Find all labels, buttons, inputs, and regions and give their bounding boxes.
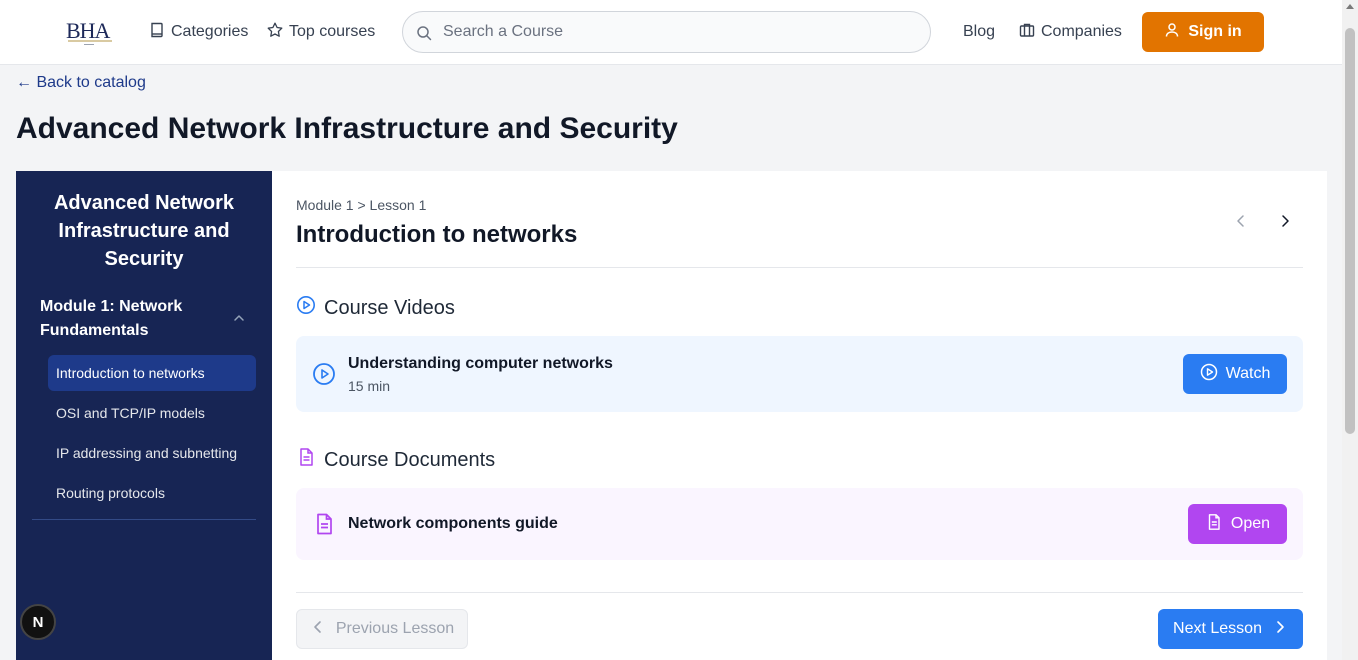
document-icon <box>1205 513 1223 536</box>
sidebar-lesson-label: Routing protocols <box>56 485 165 501</box>
brand-logo[interactable]: BHA <box>66 18 114 48</box>
top-header: BHA Categories Top courses Blog Companie… <box>0 0 1342 65</box>
book-icon <box>149 22 165 43</box>
play-circle-icon <box>312 362 336 386</box>
nav-companies-label: Companies <box>1041 23 1122 40</box>
briefcase-icon <box>1019 22 1035 43</box>
nav-top-courses-label: Top courses <box>289 23 376 40</box>
next-lesson-label: Next Lesson <box>1173 620 1262 637</box>
module-1-toggle[interactable]: Module 1: Network Fundamentals <box>40 295 256 345</box>
chevron-right-icon <box>1272 619 1288 640</box>
star-icon <box>267 22 283 43</box>
user-icon <box>1164 22 1180 43</box>
next-lesson-arrow-button[interactable] <box>1273 211 1297 235</box>
previous-lesson-button[interactable]: Previous Lesson <box>296 609 468 649</box>
prev-lesson-arrow-button[interactable] <box>1229 211 1253 235</box>
document-icon <box>312 512 336 536</box>
video-title: Understanding computer networks <box>348 355 613 372</box>
chevron-left-icon <box>1233 213 1249 234</box>
scroll-up-arrow-icon[interactable] <box>1346 4 1354 9</box>
dev-tools-badge[interactable]: N <box>20 604 56 640</box>
play-circle-icon <box>296 295 316 321</box>
video-item: Understanding computer networks 15 min W… <box>296 336 1303 412</box>
chevron-right-icon <box>1277 213 1293 234</box>
open-label: Open <box>1230 515 1271 532</box>
lesson-breadcrumb: Module 1 > Lesson 1 <box>296 197 427 213</box>
watch-label: Watch <box>1225 365 1271 382</box>
sidebar-lesson-label: OSI and TCP/IP models <box>56 405 205 421</box>
sign-in-button[interactable]: Sign in <box>1142 12 1264 52</box>
video-duration: 15 min <box>348 378 391 394</box>
previous-lesson-label: Previous Lesson <box>335 620 455 637</box>
sign-in-label: Sign in <box>1188 23 1242 40</box>
next-lesson-button[interactable]: Next Lesson <box>1158 609 1303 649</box>
chevron-up-icon <box>232 311 246 325</box>
sidebar-lesson-routing[interactable]: Routing protocols <box>48 475 256 511</box>
sidebar-lesson-introduction[interactable]: Introduction to networks <box>48 355 256 391</box>
footer-divider <box>296 592 1303 593</box>
back-to-catalog-link[interactable]: ← Back to catalog <box>16 74 146 92</box>
nav-categories-label: Categories <box>171 23 249 40</box>
sidebar-lesson-label: IP addressing and subnetting <box>56 445 238 461</box>
sidebar-lesson-label: Introduction to networks <box>56 365 205 381</box>
nav-top-courses[interactable]: Top courses <box>267 20 375 44</box>
sidebar-lesson-ip-addressing[interactable]: IP addressing and subnetting <box>48 435 256 471</box>
watch-button[interactable]: Watch <box>1183 354 1287 394</box>
course-sidebar: Advanced Network Infrastructure and Secu… <box>16 171 272 660</box>
document-title: Network components guide <box>348 515 558 532</box>
page-scrollbar[interactable] <box>1342 0 1358 660</box>
sidebar-divider <box>32 519 256 520</box>
nav-blog-label: Blog <box>963 23 996 40</box>
videos-section-heading: Course Videos <box>296 295 455 321</box>
module-title: Module 1: Network Fundamentals <box>40 298 183 339</box>
documents-heading-label: Course Documents <box>324 448 496 471</box>
documents-section-heading: Course Documents <box>296 447 495 473</box>
sidebar-lesson-osi-tcpip[interactable]: OSI and TCP/IP models <box>48 395 256 431</box>
sidebar-course-title: Advanced Network Infrastructure and Secu… <box>53 192 235 270</box>
scrollbar-thumb[interactable] <box>1345 28 1355 434</box>
nav-companies[interactable]: Companies <box>1019 20 1122 44</box>
document-item: Network components guide Open <box>296 488 1303 560</box>
search-input[interactable] <box>443 12 913 52</box>
chevron-left-icon <box>310 619 326 640</box>
lesson-title: Introduction to networks <box>296 221 578 248</box>
open-document-button[interactable]: Open <box>1188 504 1287 544</box>
videos-heading-label: Course Videos <box>324 296 455 319</box>
search-bar[interactable] <box>402 11 931 53</box>
nav-categories[interactable]: Categories <box>149 20 248 44</box>
document-icon <box>296 447 316 473</box>
lesson-content-panel: Module 1 > Lesson 1 Introduction to netw… <box>272 171 1327 660</box>
nav-blog[interactable]: Blog <box>963 20 995 44</box>
play-circle-icon <box>1200 363 1218 386</box>
page-title: Advanced Network Infrastructure and Secu… <box>16 112 678 145</box>
header-divider <box>296 267 1303 268</box>
